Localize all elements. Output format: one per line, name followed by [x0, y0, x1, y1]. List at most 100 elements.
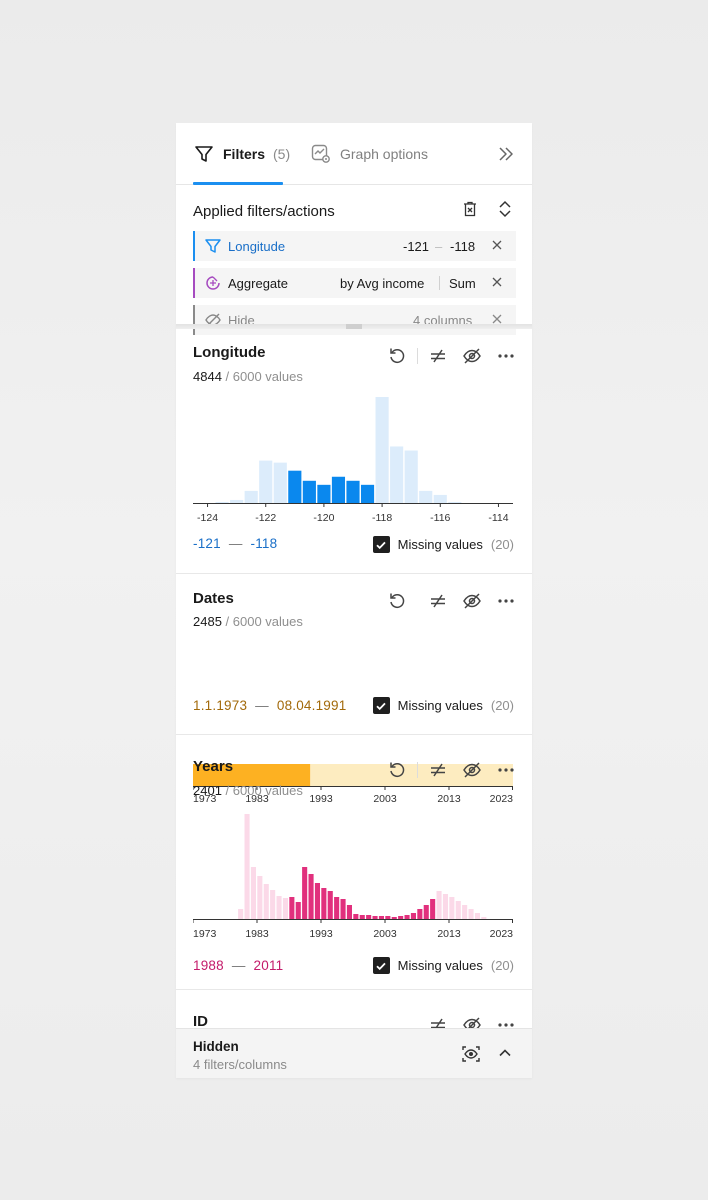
- missing-values-checkbox[interactable]: Missing values (20): [372, 536, 514, 553]
- histogram-bar: [276, 896, 282, 919]
- histogram-bar: [449, 897, 455, 919]
- total-count: / 6000 values: [225, 369, 303, 384]
- histogram-bar: [263, 884, 269, 919]
- missing-count: (20): [490, 537, 514, 552]
- histogram-bar: [417, 909, 423, 919]
- range-to: 2011: [253, 958, 284, 973]
- checkbox-checked[interactable]: [372, 697, 390, 714]
- histogram-bar: [215, 501, 229, 503]
- invert-filter-button[interactable]: [428, 346, 448, 366]
- checkbox-checked[interactable]: [372, 536, 390, 553]
- chip-value-from: -121: [403, 239, 430, 254]
- missing-count: (20): [490, 958, 514, 973]
- filter-value-count: 2485 / 6000 values: [193, 614, 303, 629]
- filter-actions: [387, 760, 516, 780]
- selected-range: 1988 — 2011: [193, 958, 283, 973]
- missing-values-checkbox[interactable]: Missing values (20): [372, 957, 514, 974]
- hidden-columns-footer[interactable]: Hidden 4 filters/columns: [176, 1028, 532, 1078]
- tab-filters[interactable]: Filters (5): [193, 123, 290, 185]
- collapse-panel-icon[interactable]: [496, 144, 516, 164]
- histogram-bar: [404, 450, 418, 503]
- filter-title: Longitude: [193, 344, 266, 361]
- invert-filter-button[interactable]: [428, 760, 448, 780]
- total-count: / 6000 values: [225, 783, 303, 798]
- x-tick-label: 1983: [245, 928, 269, 940]
- x-tick-label: 1973: [193, 928, 217, 940]
- chevron-up-icon[interactable]: [497, 1045, 513, 1061]
- histogram-bar: [270, 890, 276, 919]
- chip-aggregate-by: by Avg income: [340, 276, 425, 291]
- check-icon: [376, 702, 386, 710]
- reset-button[interactable]: [387, 346, 407, 366]
- actions-separator: [417, 762, 418, 778]
- chip-value-dash: –: [435, 239, 443, 254]
- chip-separator: [439, 276, 440, 290]
- eye-off-icon: [463, 593, 481, 609]
- histogram-bar: [359, 915, 365, 919]
- filter-card-years: Years 2401 / 6000 values 1973 1983 1993 200…: [176, 736, 532, 990]
- missing-label: Missing values: [397, 958, 483, 973]
- x-tick-label: -114: [488, 512, 508, 524]
- hide-column-button[interactable]: [462, 591, 482, 611]
- histogram-bar: [346, 480, 360, 503]
- histogram-bar: [295, 902, 301, 919]
- graph-settings-icon: [311, 144, 330, 163]
- more-options-button[interactable]: [496, 591, 516, 611]
- histogram-bar: [314, 883, 320, 919]
- clear-filters-icon[interactable]: [461, 200, 479, 218]
- histogram-bar: [442, 894, 448, 919]
- reset-button[interactable]: [387, 591, 407, 611]
- chip-accent-bar: [193, 231, 195, 261]
- hide-column-button[interactable]: [462, 346, 482, 366]
- histogram-bar: [430, 899, 436, 919]
- applied-action-aggregate[interactable]: Aggregate by Avg income Sum: [193, 268, 516, 298]
- histogram-bar: [378, 916, 384, 919]
- histogram-bar: [366, 915, 372, 919]
- remove-action-icon[interactable]: [490, 275, 504, 289]
- expand-collapse-icon[interactable]: [497, 200, 513, 218]
- longitude-histogram[interactable]: -124 -122 -120 -118 -116 -114: [193, 393, 515, 525]
- more-icon: [498, 599, 514, 603]
- range-dash: —: [231, 958, 246, 973]
- tab-graph-options[interactable]: Graph options: [310, 123, 428, 185]
- applied-filters-title: Applied filters/actions: [193, 203, 335, 220]
- histogram-bar: [340, 899, 346, 919]
- filter-value-count: 4844 / 6000 values: [193, 369, 303, 384]
- range-dash: —: [228, 536, 243, 551]
- checkbox-checked[interactable]: [372, 957, 390, 974]
- reset-button[interactable]: [387, 760, 407, 780]
- chip-name: Longitude: [228, 239, 286, 254]
- histogram-bar: [244, 490, 258, 503]
- histogram-bar: [448, 501, 462, 503]
- histogram-bar: [433, 494, 447, 503]
- more-options-button[interactable]: [496, 346, 516, 366]
- missing-label: Missing values: [397, 537, 483, 552]
- filter-actions: [387, 346, 516, 366]
- check-icon: [376, 541, 386, 549]
- histogram-bar: [250, 867, 256, 919]
- x-tick-label: 1993: [309, 928, 333, 940]
- histogram-bar: [346, 905, 352, 919]
- histogram-bar: [481, 917, 487, 919]
- filter-title: Dates: [193, 590, 234, 607]
- missing-values-checkbox[interactable]: Missing values (20): [372, 697, 514, 714]
- selected-range: 1.1.1973 — 08.04.1991: [193, 698, 346, 713]
- matched-count: 2401: [193, 783, 222, 798]
- filter-value-count: 2401 / 6000 values: [193, 783, 303, 798]
- remove-filter-icon[interactable]: [490, 238, 504, 252]
- histogram-bar: [288, 470, 302, 503]
- x-tick-label: -118: [372, 512, 392, 524]
- years-histogram[interactable]: 1973 1983 1993 2003 2013 2023: [193, 812, 515, 942]
- histogram-bar: [289, 897, 295, 919]
- histogram-bar: [282, 898, 288, 919]
- more-options-button[interactable]: [496, 760, 516, 780]
- aggregate-icon: [206, 276, 220, 290]
- hide-column-button[interactable]: [462, 760, 482, 780]
- chip-value-to: -118: [450, 239, 476, 254]
- filter-panel: Filters (5) Graph options Applied filter…: [176, 123, 532, 1078]
- invert-filter-button[interactable]: [428, 591, 448, 611]
- applied-filter-longitude[interactable]: Longitude -121 – -118: [193, 231, 516, 261]
- filter-actions: [387, 591, 516, 611]
- eye-scan-icon[interactable]: [461, 1044, 481, 1064]
- chip-aggregate-func: Sum: [449, 276, 476, 291]
